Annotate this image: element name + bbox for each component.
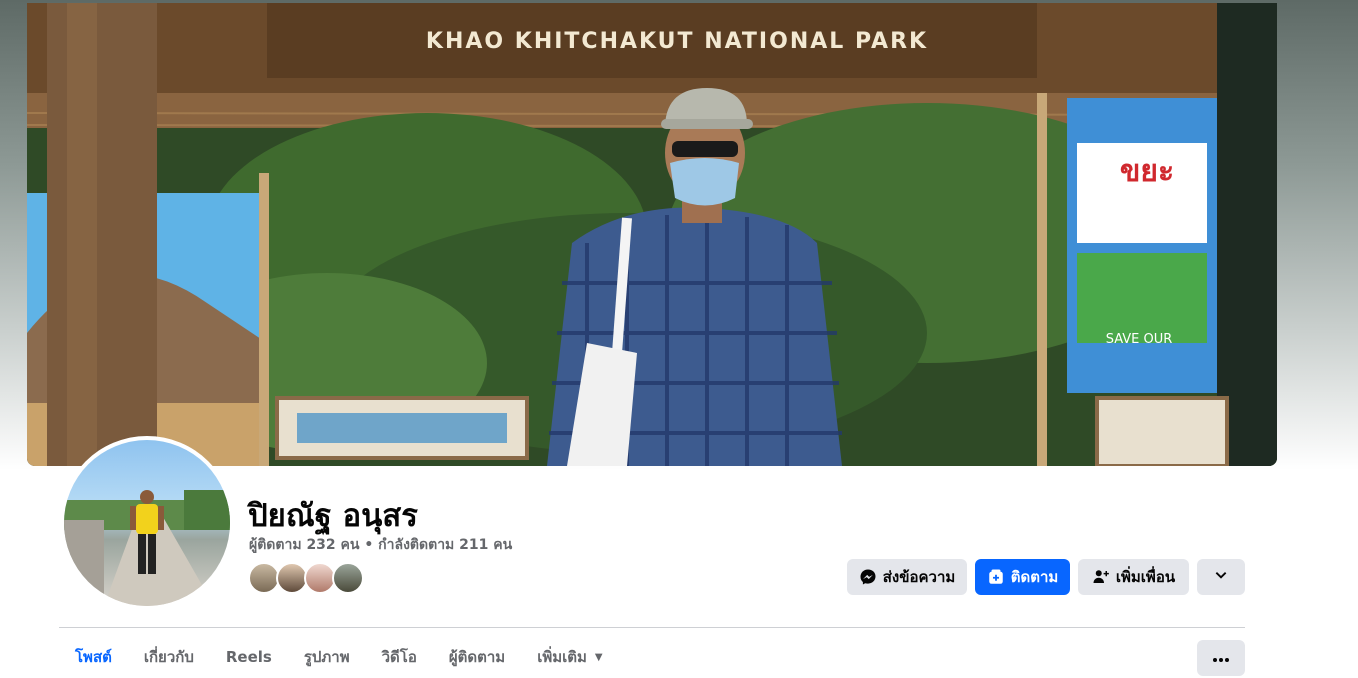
- tab-about-label: เกี่ยวกับ: [143, 648, 194, 666]
- caret-down-icon: ▼: [594, 651, 603, 663]
- profile-picture-image: [64, 440, 230, 606]
- follow-button[interactable]: ติดตาม: [975, 559, 1070, 595]
- friend-avatar-4[interactable]: [332, 562, 364, 594]
- tab-photos[interactable]: รูปภาพ: [288, 636, 366, 678]
- tab-posts-label: โพสต์: [75, 648, 112, 666]
- profile-options-dropdown[interactable]: [1197, 559, 1245, 595]
- tab-about[interactable]: เกี่ยวกับ: [128, 636, 210, 678]
- tab-more[interactable]: เพิ่มเติม ▼: [521, 636, 618, 678]
- profile-tabs: โพสต์ เกี่ยวกับ Reels รูปภาพ วิดีโอ ผู้ต…: [59, 636, 619, 678]
- svg-text:ขยะ: ขยะ: [1120, 154, 1174, 189]
- tab-photos-label: รูปภาพ: [303, 648, 350, 666]
- follow-button-label: ติดตาม: [1010, 568, 1059, 586]
- profile-picture[interactable]: [60, 436, 234, 610]
- tab-posts[interactable]: โพสต์: [59, 636, 128, 678]
- add-friend-button[interactable]: เพิ่มเพื่อน: [1078, 559, 1189, 595]
- follower-stats[interactable]: ผู้ติดตาม 232 คน • กำลังติดตาม 211 คน: [249, 534, 512, 556]
- profile-name: ปิยณัฐ อนุสร: [248, 498, 418, 534]
- tab-more-label: เพิ่มเติม: [537, 648, 587, 666]
- tab-followers-label: ผู้ติดตาม: [448, 648, 506, 666]
- tab-videos[interactable]: วิดีโอ: [366, 636, 433, 678]
- chevron-down-icon: [1214, 568, 1228, 586]
- tab-reels[interactable]: Reels: [210, 636, 288, 678]
- svg-text:SAVE OUR: SAVE OUR: [1106, 332, 1173, 347]
- more-dots-icon: [1213, 649, 1229, 667]
- more-options-button[interactable]: [1197, 640, 1245, 676]
- cover-photo-scene: ขยะ SAVE OUR: [27, 3, 1277, 466]
- tab-followers[interactable]: ผู้ติดตาม: [433, 636, 521, 678]
- message-button[interactable]: ส่งข้อความ: [847, 559, 967, 595]
- add-friend-icon: [1092, 568, 1110, 586]
- cover-photo[interactable]: ขยะ SAVE OUR KHAO KHITCHAKUT NATIONAL PA…: [27, 3, 1277, 466]
- follow-icon: [987, 568, 1005, 586]
- tab-reels-label: Reels: [225, 648, 272, 666]
- tabs-divider: [59, 627, 1245, 628]
- add-friend-button-label: เพิ่มเพื่อน: [1115, 568, 1176, 586]
- messenger-icon: [859, 568, 877, 586]
- tab-videos-label: วิดีโอ: [381, 648, 417, 666]
- message-button-label: ส่งข้อความ: [882, 568, 956, 586]
- mutual-friends-avatars[interactable]: [248, 562, 364, 596]
- profile-actions: ส่งข้อความ ติดตาม เพิ่มเพื่อน: [847, 559, 1245, 595]
- park-sign-text: KHAO KHITCHAKUT NATIONAL PARK: [425, 29, 929, 54]
